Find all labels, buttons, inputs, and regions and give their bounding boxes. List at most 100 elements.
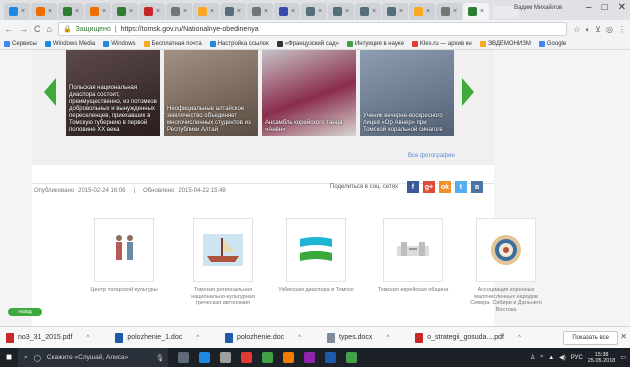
tab-close-icon[interactable]: × bbox=[237, 8, 241, 15]
organization-card[interactable]: Томская региональная национально-культур… bbox=[183, 218, 263, 307]
browser-tab[interactable]: × bbox=[463, 3, 489, 20]
back-badge[interactable]: назад bbox=[8, 308, 42, 316]
close-shelf-icon[interactable]: ✕ bbox=[620, 332, 627, 341]
network-icon[interactable]: ▲ bbox=[548, 355, 554, 361]
tab-close-icon[interactable]: × bbox=[318, 8, 322, 15]
bookmark-item[interactable]: Kles.ru — архив кн bbox=[411, 40, 472, 47]
tab-close-icon[interactable]: × bbox=[129, 8, 133, 15]
excel-icon[interactable] bbox=[346, 352, 357, 363]
minimize-icon[interactable]: – bbox=[586, 2, 592, 13]
chevron-up-icon[interactable]: ^ bbox=[196, 335, 199, 341]
download-item[interactable]: polozhenie_1.doc ^ bbox=[115, 332, 199, 343]
all-photos-link[interactable]: Все фотографии bbox=[408, 153, 455, 159]
maximize-icon[interactable]: □ bbox=[602, 2, 608, 13]
browser-tab[interactable]: × bbox=[31, 3, 57, 20]
profile-name[interactable]: Вадим Михайлов bbox=[514, 5, 562, 11]
organization-card[interactable]: Центр татарской культуры bbox=[84, 218, 164, 294]
tab-close-icon[interactable]: × bbox=[75, 8, 79, 15]
bookmark-item[interactable]: Сервисы bbox=[4, 40, 37, 47]
star-icon[interactable]: ☆ bbox=[573, 25, 580, 34]
tab-close-icon[interactable]: × bbox=[426, 8, 430, 15]
bookmark-item[interactable]: Бесплатная почта bbox=[143, 40, 202, 47]
tab-close-icon[interactable]: × bbox=[480, 8, 484, 15]
bookmark-item[interactable]: Windows Media bbox=[44, 40, 95, 47]
forward-icon[interactable]: → bbox=[19, 24, 28, 34]
browser-tab[interactable]: × bbox=[301, 3, 327, 20]
chevron-up-icon[interactable]: ^ bbox=[87, 335, 90, 341]
organization-card[interactable]: Узбекская диаспора в Томске bbox=[276, 218, 356, 294]
browser-tab[interactable]: × bbox=[220, 3, 246, 20]
volume-icon[interactable]: ◀) bbox=[559, 354, 566, 361]
browser-tab[interactable]: × bbox=[4, 3, 30, 20]
chevron-up-icon[interactable]: ^ bbox=[386, 335, 389, 341]
browser-tab[interactable]: × bbox=[58, 3, 84, 20]
reload-icon[interactable]: C bbox=[34, 24, 41, 34]
share-button[interactable]: f bbox=[406, 181, 419, 193]
extension-icon[interactable]: ◐ bbox=[585, 25, 590, 34]
bookmark-item[interactable]: ЭВДЕМОНИЗМ bbox=[479, 40, 531, 47]
tab-close-icon[interactable]: × bbox=[291, 8, 295, 15]
people-icon[interactable]: ♙ bbox=[530, 354, 535, 361]
tab-close-icon[interactable]: × bbox=[345, 8, 349, 15]
download-item[interactable]: polozhenie.doc ^ bbox=[225, 332, 301, 343]
download-item[interactable]: o_strategii_gosuda....pdf ^ bbox=[415, 332, 521, 343]
gallery-prev-arrow[interactable] bbox=[44, 78, 56, 106]
bookmark-item[interactable]: Интуиция в науке bbox=[346, 40, 404, 47]
opera-app-icon[interactable] bbox=[241, 352, 252, 363]
cart-icon[interactable]: ⊻ bbox=[595, 25, 601, 34]
browser-tab[interactable]: × bbox=[328, 3, 354, 20]
tab-close-icon[interactable]: × bbox=[264, 8, 268, 15]
microphone-icon[interactable]: 🎙 bbox=[156, 354, 164, 362]
clock[interactable]: 15:38 25.05.2018 bbox=[588, 352, 616, 364]
gallery-item[interactable]: Польская национальная диаспора состоит, … bbox=[66, 50, 160, 136]
share-button[interactable]: в bbox=[470, 181, 483, 193]
browser-tab[interactable]: × bbox=[274, 3, 300, 20]
store-icon[interactable] bbox=[220, 352, 231, 363]
home-icon[interactable]: ⌂ bbox=[47, 24, 52, 34]
tab-close-icon[interactable]: × bbox=[48, 8, 52, 15]
bookmark-item[interactable]: «Французский сад» bbox=[276, 40, 339, 47]
tab-close-icon[interactable]: × bbox=[453, 8, 457, 15]
opera-icon[interactable]: ◎ bbox=[606, 25, 613, 34]
edge-icon[interactable] bbox=[199, 352, 210, 363]
browser-tab[interactable]: × bbox=[355, 3, 381, 20]
taskbar-search[interactable]: ⌕ ◯ Скажите «Слушай, Алиса» 🎙 bbox=[18, 348, 168, 367]
gallery-item[interactable]: Ансамбль корейского танца «Анён» bbox=[262, 50, 356, 136]
browser-tab[interactable]: × bbox=[436, 3, 462, 20]
tab-close-icon[interactable]: × bbox=[156, 8, 160, 15]
gallery-next-arrow[interactable] bbox=[462, 78, 474, 106]
chevron-up-icon[interactable]: ^ bbox=[518, 335, 521, 341]
url-input[interactable]: 🔒 Защищено | https://tomsk.gov.ru/Nation… bbox=[57, 22, 568, 36]
tab-close-icon[interactable]: × bbox=[183, 8, 187, 15]
menu-icon[interactable]: ⋮ bbox=[618, 25, 626, 34]
browser-tab[interactable]: × bbox=[247, 3, 273, 20]
download-item[interactable]: types.docx ^ bbox=[326, 332, 389, 343]
task-view-icon[interactable] bbox=[178, 352, 189, 363]
chrome-icon[interactable] bbox=[262, 352, 273, 363]
word-icon[interactable] bbox=[325, 352, 336, 363]
windows-start-icon[interactable]: ■ bbox=[0, 348, 18, 367]
chevron-up-icon[interactable]: ^ bbox=[540, 355, 543, 361]
share-button[interactable]: t bbox=[454, 181, 467, 193]
show-all-downloads-button[interactable]: Показать все bbox=[563, 331, 618, 345]
notifications-icon[interactable]: ▭ bbox=[620, 354, 626, 361]
share-button[interactable]: ok bbox=[438, 181, 451, 193]
tab-close-icon[interactable]: × bbox=[102, 8, 106, 15]
language-indicator[interactable]: РУС bbox=[571, 355, 583, 361]
browser-tab[interactable]: × bbox=[112, 3, 138, 20]
browser-tab[interactable]: × bbox=[193, 3, 219, 20]
bookmark-item[interactable]: Google bbox=[538, 40, 566, 47]
browser-tab[interactable]: × bbox=[139, 3, 165, 20]
tab-close-icon[interactable]: × bbox=[210, 8, 214, 15]
chevron-up-icon[interactable]: ^ bbox=[298, 335, 301, 341]
gallery-item[interactable]: Неофициальные алтайское землячество объе… bbox=[164, 50, 258, 136]
back-icon[interactable]: ← bbox=[4, 24, 13, 34]
organization-card[interactable]: Ассоциация коренных малочисленных народо… bbox=[468, 218, 544, 313]
bookmark-item[interactable]: Настройка ссылок bbox=[209, 40, 269, 47]
browser-tab[interactable]: × bbox=[382, 3, 408, 20]
close-window-icon[interactable]: ✕ bbox=[618, 2, 626, 13]
download-item[interactable]: no3_31_2015.pdf ^ bbox=[6, 332, 90, 343]
app-icon[interactable] bbox=[304, 352, 315, 363]
organization-card[interactable]: Томская еврейская община bbox=[373, 218, 453, 294]
browser-tab[interactable]: × bbox=[166, 3, 192, 20]
